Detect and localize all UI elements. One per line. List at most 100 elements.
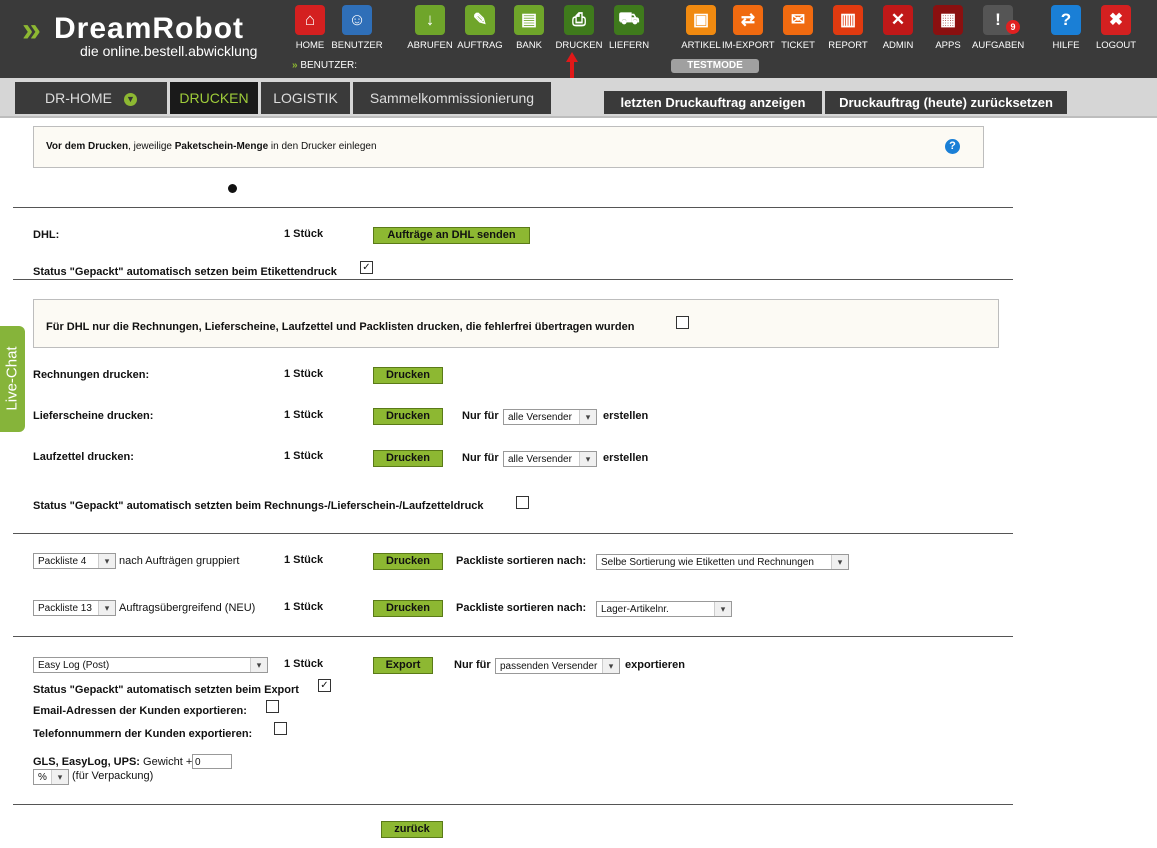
back-button[interactable]: zurück (381, 821, 443, 838)
phone-export-checkbox[interactable] (274, 722, 287, 735)
chart-icon: ▥ (833, 5, 863, 35)
live-chat-label: Live-Chat (3, 346, 21, 411)
nav-apps[interactable]: ▦ APPS (922, 5, 974, 51)
info-part-3: Paketschein-Menge (174, 141, 269, 152)
rechnungen-label: Rechnungen drucken: (33, 369, 150, 381)
nav-label: HOME (295, 40, 325, 51)
nav-label: DRUCKEN (555, 40, 603, 51)
laufzettel-suffix: erstellen (603, 452, 649, 464)
divider (13, 533, 1013, 534)
nav-report[interactable]: ▥ REPORT (822, 5, 874, 51)
print-packliste-2-button[interactable]: Drucken (373, 600, 443, 617)
nav-home[interactable]: ⌂ HOME (284, 5, 336, 51)
nav-label: AUFTRAG (457, 40, 503, 51)
packliste-1-sort-select[interactable]: Selbe Sortierung wie Etiketten und Rechn… (596, 554, 849, 570)
email-export-label: Email-Adressen der Kunden exportieren: (33, 705, 247, 717)
laufzettel-label: Laufzettel drucken: (33, 451, 134, 463)
nav-artikel[interactable]: ▣ ARTIKEL (675, 5, 727, 51)
nav-logout[interactable]: ✖ LOGOUT (1090, 5, 1142, 51)
gewicht-input[interactable]: 0 (192, 754, 232, 769)
lieferscheine-versender-select[interactable]: alle Versender ▾ (503, 409, 597, 425)
packliste-2-sort-value: Lager-Artikelnr. (601, 604, 669, 615)
tab-logistik[interactable]: LOGISTIK (261, 82, 350, 114)
logo-chevron-icon: » (22, 11, 41, 49)
divider (13, 804, 1013, 805)
nav-ticket[interactable]: ✉ TICKET (772, 5, 824, 51)
chevron-down-icon: ▾ (579, 410, 596, 424)
export-versender-select[interactable]: passenden Versender ▾ (495, 658, 620, 674)
gewicht-bold: GLS, EasyLog, UPS: (33, 756, 140, 768)
nav-label: ADMIN (882, 40, 914, 51)
reset-print-job-button[interactable]: Druckauftrag (heute) zurücksetzen (825, 91, 1067, 114)
benutzer-label: BENUTZER: (300, 60, 358, 71)
tab-dr-home[interactable]: DR-HOME ▼ (15, 82, 167, 114)
send-to-dhl-button[interactable]: Aufträge an DHL senden (373, 227, 530, 244)
nav-label: APPS (935, 40, 961, 51)
live-chat-tab[interactable]: Live-Chat (0, 326, 25, 432)
nav-label: BENUTZER (331, 40, 383, 51)
export-status-checkbox[interactable]: ✓ (318, 679, 331, 692)
lieferscheine-label-text: Lieferscheine drucken (33, 410, 150, 422)
packliste-1-select-value: Packliste 4 (38, 556, 87, 567)
nav-abrufen[interactable]: ↓ ABRUFEN (404, 5, 456, 51)
logo-tagline: die online.bestell.abwicklung (80, 43, 258, 59)
nav-label: AUFGABEN (972, 40, 1025, 51)
dhl-status-checkbox[interactable]: ✓ (360, 261, 373, 274)
nav-liefern[interactable]: ⛟ LIEFERN (603, 5, 655, 51)
tab-drucken[interactable]: DRUCKEN (170, 82, 258, 114)
print-invoices-button[interactable]: Drucken (373, 367, 443, 384)
top-navigation-bar: » DreamRobot die online.bestell.abwicklu… (0, 0, 1157, 78)
packliste-2-select-value: Packliste 13 (38, 603, 92, 614)
unit-suffix: (für Verpackung) (72, 770, 154, 782)
export-count: 1 Stück (284, 658, 324, 670)
export-button[interactable]: Export (373, 657, 433, 674)
packliste-2-desc: Auftragsübergreifend (NEU) (119, 602, 256, 614)
packliste-1-select[interactable]: Packliste 4 ▾ (33, 553, 116, 569)
laufzettel-versender-select[interactable]: alle Versender ▾ (503, 451, 597, 467)
print-packliste-1-button[interactable]: Drucken (373, 553, 443, 570)
dhl-status-label: Status "Gepackt" automatisch setzen beim… (33, 266, 337, 278)
help-icon[interactable]: ? (945, 139, 960, 154)
email-export-checkbox[interactable] (266, 700, 279, 713)
download-icon: ↓ (415, 5, 445, 35)
tab-bar: DR-HOME ▼ DRUCKEN LOGISTIK Sammelkommissi… (0, 78, 1157, 118)
dhl-notice-checkbox[interactable] (676, 316, 689, 329)
packliste-1-count: 1 Stück (284, 554, 324, 566)
nav-label: HILFE (1052, 40, 1080, 51)
nav-drucken[interactable]: ⎙ DRUCKEN (553, 5, 605, 51)
packliste-2-select[interactable]: Packliste 13 ▾ (33, 600, 116, 616)
packliste-2-sort-label: Packliste sortieren nach: (456, 602, 587, 614)
nav-im-export[interactable]: ⇄ IM-EXPORT (722, 5, 775, 51)
dhl-count: 1 Stück (284, 228, 324, 240)
nav-benutzer[interactable]: ☺ BENUTZER (331, 5, 383, 51)
nav-auftrag[interactable]: ✎ AUFTRAG (454, 5, 506, 51)
chevron-down-icon: ▾ (98, 554, 115, 568)
nav-admin[interactable]: ✕ ADMIN (872, 5, 924, 51)
export-format-select[interactable]: Easy Log (Post) ▾ (33, 657, 268, 673)
box-icon: ▣ (686, 5, 716, 35)
gewicht-unit-select[interactable]: % ▾ (33, 769, 69, 785)
gewicht-unit-value: % (38, 772, 47, 783)
print-laufzettel-button[interactable]: Drucken (373, 450, 443, 467)
task-count-badge: 9 (1006, 20, 1020, 34)
nav-label: REPORT (828, 40, 868, 51)
nav-hilfe[interactable]: ? HILFE (1040, 5, 1092, 51)
tab-dr-home-label: DR-HOME (45, 90, 112, 106)
export-nur-fuer: Nur für (454, 659, 491, 671)
rechnungen-label-text: Rechnungen drucken (33, 369, 146, 381)
export-format-value: Easy Log (Post) (38, 660, 110, 671)
tab-sammelkommissionierung[interactable]: Sammelkommissionierung (353, 82, 551, 114)
mail-icon: ✉ (783, 5, 813, 35)
user-icon: ☺ (342, 5, 372, 35)
last-print-job-button[interactable]: letzten Druckauftrag anzeigen (604, 91, 822, 114)
packliste-2-sort-select[interactable]: Lager-Artikelnr. ▾ (596, 601, 732, 617)
chevron-down-icon: ▾ (831, 555, 848, 569)
nav-bank[interactable]: ▤ BANK (503, 5, 555, 51)
status-rechnung-checkbox[interactable] (516, 496, 529, 509)
export-status-label: Status "Gepackt" automatisch setzten bei… (33, 684, 299, 696)
nav-aufgaben[interactable]: ! 9 AUFGABEN (972, 5, 1024, 51)
packliste-1-sort-value: Selbe Sortierung wie Etiketten und Rechn… (601, 557, 814, 568)
testmode-badge: TESTMODE (671, 59, 759, 73)
divider (13, 207, 1013, 208)
print-delivery-notes-button[interactable]: Drucken (373, 408, 443, 425)
